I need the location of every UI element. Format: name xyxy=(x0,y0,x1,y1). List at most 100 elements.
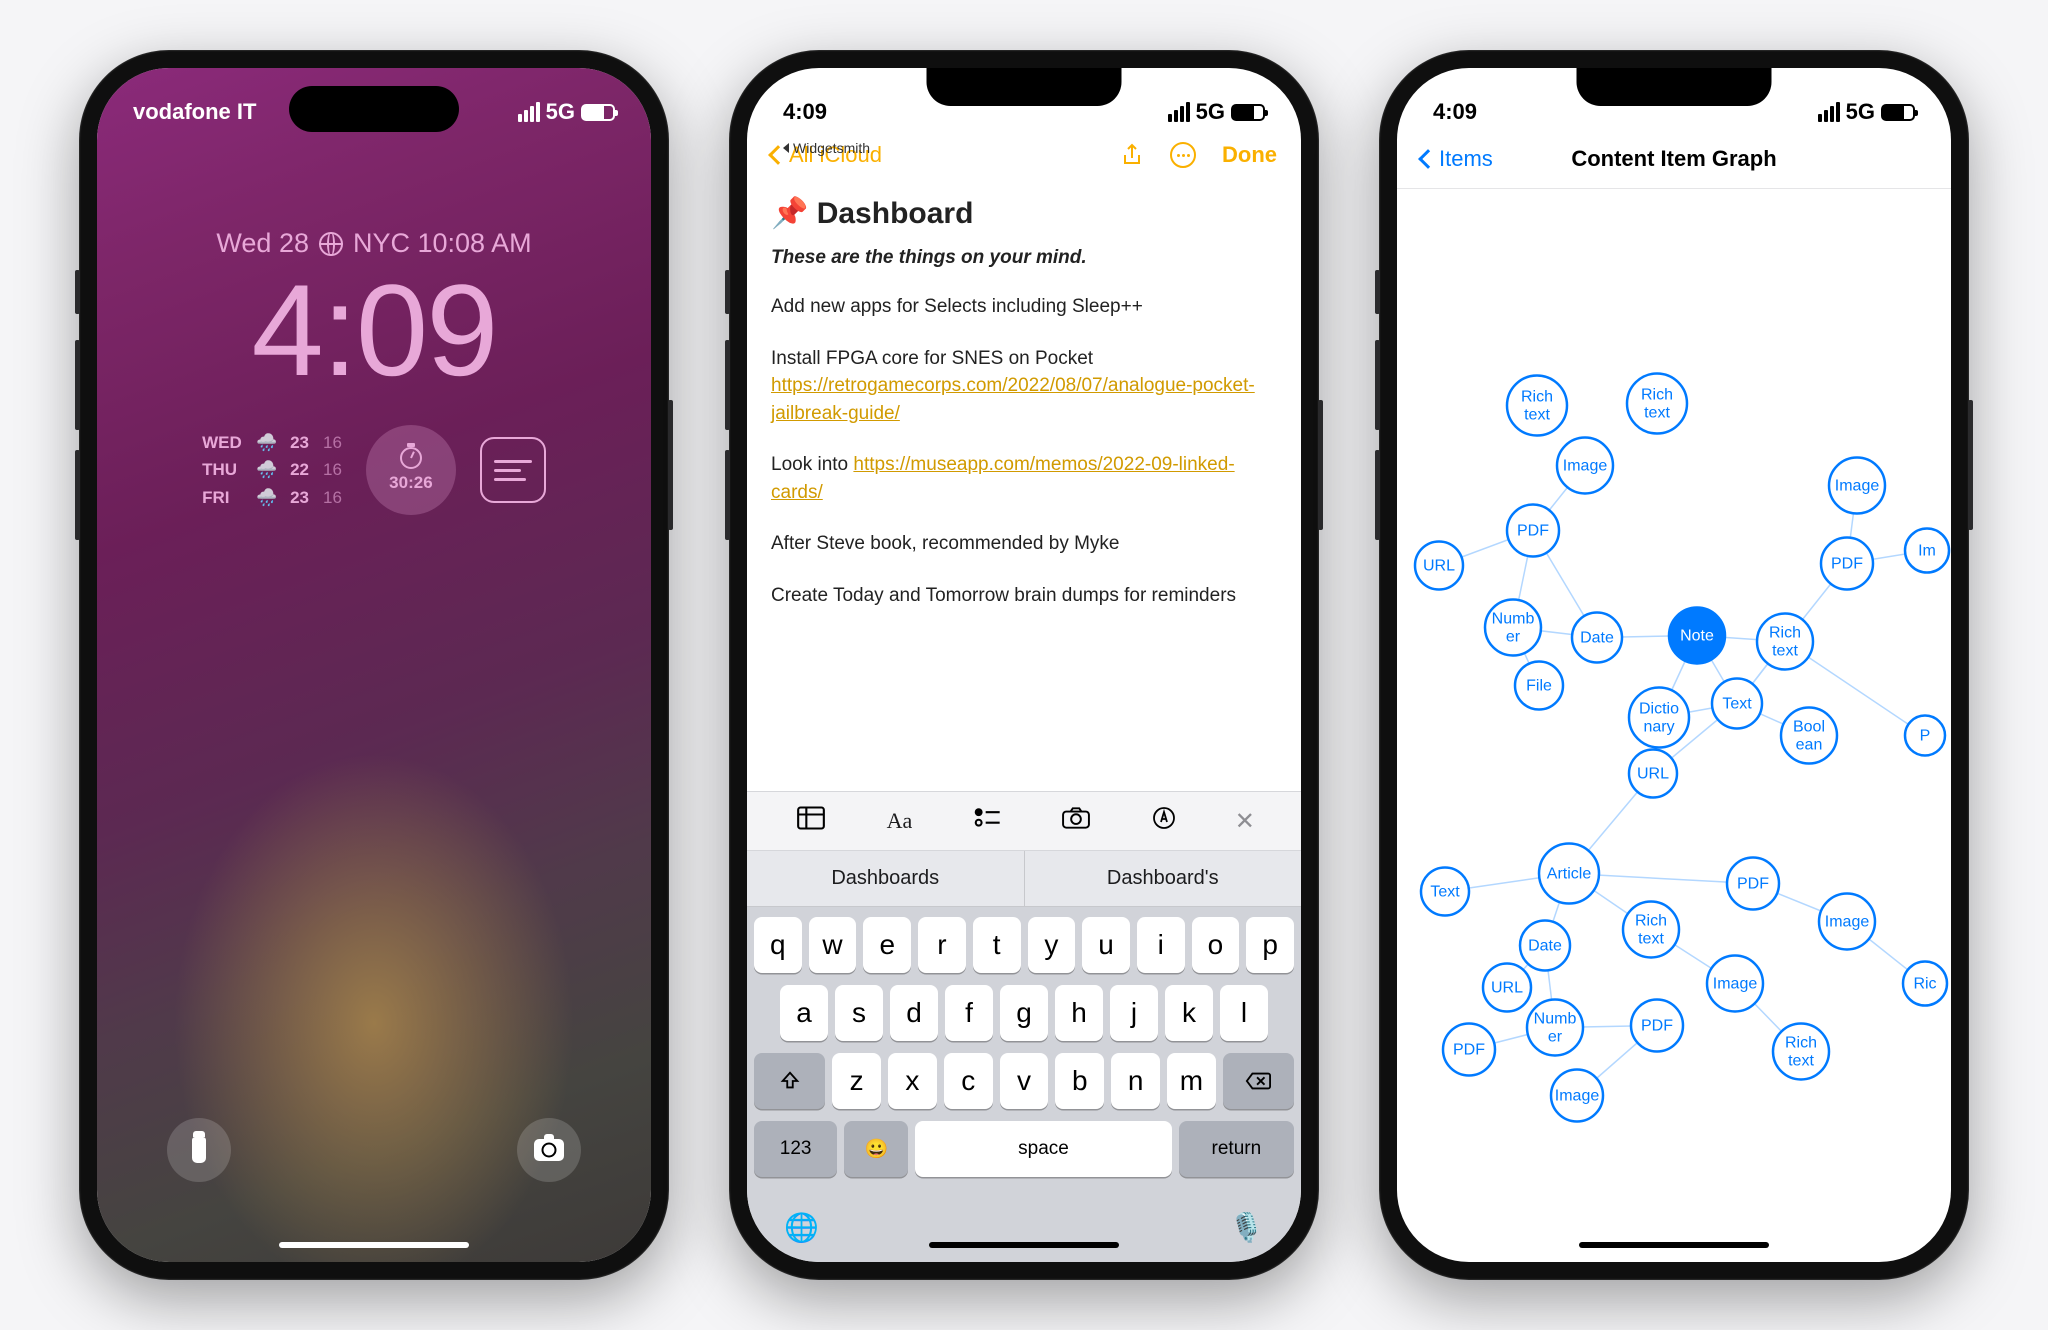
graph-node[interactable]: Image xyxy=(1551,1070,1603,1122)
graph-node[interactable]: Richtext xyxy=(1507,376,1567,436)
graph-node[interactable]: Number xyxy=(1485,600,1541,656)
graph-canvas[interactable]: RichtextRichtextImageImagePDFURLPDFImNum… xyxy=(1397,189,1951,1262)
home-indicator[interactable] xyxy=(1579,1242,1769,1248)
camera-button[interactable] xyxy=(517,1118,581,1182)
key-x[interactable]: x xyxy=(888,1053,937,1109)
graph-node[interactable]: URL xyxy=(1629,750,1677,798)
key-t[interactable]: t xyxy=(973,917,1021,973)
markup-button[interactable] xyxy=(1146,806,1182,836)
graph-node[interactable]: Dictionary xyxy=(1629,688,1689,748)
graph-node[interactable]: URL xyxy=(1483,964,1531,1012)
close-formatting-button[interactable]: ✕ xyxy=(1235,807,1255,836)
lock-time: 4:09 xyxy=(97,265,651,395)
key-n[interactable]: n xyxy=(1111,1053,1160,1109)
key-r[interactable]: r xyxy=(918,917,966,973)
graph-node[interactable]: Article xyxy=(1539,844,1599,904)
graph-node[interactable]: Image xyxy=(1707,956,1763,1012)
key-o[interactable]: o xyxy=(1192,917,1240,973)
graph-node[interactable]: Richtext xyxy=(1773,1024,1829,1080)
graph-node[interactable]: Image xyxy=(1819,894,1875,950)
notes-widget[interactable] xyxy=(480,437,546,503)
note-editor[interactable]: 📌 Dashboard These are the things on your… xyxy=(747,180,1301,791)
key-f[interactable]: f xyxy=(945,985,993,1041)
flashlight-icon xyxy=(192,1137,206,1163)
svg-text:URL: URL xyxy=(1491,980,1523,997)
graph-node[interactable]: Ric xyxy=(1903,962,1947,1006)
share-button[interactable] xyxy=(1120,143,1144,167)
key-c[interactable]: c xyxy=(944,1053,993,1109)
graph-node[interactable]: P xyxy=(1905,716,1945,756)
globe-keyboard-button[interactable]: 🌐 xyxy=(784,1211,819,1244)
key-b[interactable]: b xyxy=(1055,1053,1104,1109)
key-p[interactable]: p xyxy=(1246,917,1294,973)
graph-node[interactable]: Note xyxy=(1669,608,1725,664)
key-v[interactable]: v xyxy=(1000,1053,1049,1109)
key-i[interactable]: i xyxy=(1137,917,1185,973)
dictation-button[interactable]: 🎙️ xyxy=(1229,1211,1264,1244)
svg-text:Text: Text xyxy=(1722,696,1752,713)
key-z[interactable]: z xyxy=(832,1053,881,1109)
home-indicator[interactable] xyxy=(929,1242,1119,1248)
chevron-left-icon xyxy=(1418,149,1438,169)
graph-node[interactable]: Image xyxy=(1557,438,1613,494)
graph-node[interactable]: PDF xyxy=(1443,1024,1495,1076)
key-s[interactable]: s xyxy=(835,985,883,1041)
key-g[interactable]: g xyxy=(1000,985,1048,1041)
more-button[interactable] xyxy=(1170,142,1196,168)
home-indicator[interactable] xyxy=(279,1242,469,1248)
key-u[interactable]: u xyxy=(1082,917,1130,973)
notch xyxy=(927,68,1122,106)
key-a[interactable]: a xyxy=(780,985,828,1041)
key-h[interactable]: h xyxy=(1055,985,1103,1041)
shift-key[interactable] xyxy=(754,1053,825,1109)
graph-node[interactable]: PDF xyxy=(1821,538,1873,590)
graph-node[interactable]: Richtext xyxy=(1623,902,1679,958)
suggestion[interactable]: Dashboard's xyxy=(1025,851,1302,906)
backspace-key[interactable] xyxy=(1223,1053,1294,1109)
back-to-app[interactable]: Widgetsmith xyxy=(783,140,870,156)
back-button[interactable]: Items xyxy=(1421,146,1493,172)
key-e[interactable]: e xyxy=(863,917,911,973)
key-q[interactable]: q xyxy=(754,917,802,973)
suggestion[interactable]: Dashboards xyxy=(747,851,1025,906)
numbers-key[interactable]: 123 xyxy=(754,1121,837,1177)
graph-node[interactable]: Boolean xyxy=(1781,708,1837,764)
key-w[interactable]: w xyxy=(809,917,857,973)
graph-node[interactable]: Richtext xyxy=(1757,614,1813,670)
key-k[interactable]: k xyxy=(1165,985,1213,1041)
key-d[interactable]: d xyxy=(890,985,938,1041)
graph-node[interactable]: Date xyxy=(1520,921,1570,971)
weather-widget[interactable]: WED🌧️2316 THU🌧️2216 FRI🌧️2316 xyxy=(202,429,342,511)
svg-text:er: er xyxy=(1548,1029,1563,1046)
key-j[interactable]: j xyxy=(1110,985,1158,1041)
graph-node[interactable]: Number xyxy=(1527,1000,1583,1056)
graph-node[interactable]: URL xyxy=(1415,542,1463,590)
graph-node[interactable]: Im xyxy=(1905,529,1949,573)
done-button[interactable]: Done xyxy=(1222,142,1277,168)
camera-button[interactable] xyxy=(1058,806,1094,836)
graph-node[interactable]: Image xyxy=(1829,458,1885,514)
space-key[interactable]: space xyxy=(915,1121,1171,1177)
checklist-button[interactable] xyxy=(970,806,1006,836)
key-m[interactable]: m xyxy=(1167,1053,1216,1109)
graph-node[interactable]: PDF xyxy=(1631,1000,1683,1052)
key-l[interactable]: l xyxy=(1220,985,1268,1041)
key-y[interactable]: y xyxy=(1028,917,1076,973)
return-key[interactable]: return xyxy=(1179,1121,1294,1177)
emoji-key[interactable]: 😀 xyxy=(844,1121,908,1177)
graph-node[interactable]: File xyxy=(1515,662,1563,710)
flashlight-button[interactable] xyxy=(167,1118,231,1182)
text-style-button[interactable]: Aa xyxy=(881,808,917,834)
graph-node[interactable]: Richtext xyxy=(1627,374,1687,434)
graph-node[interactable]: PDF xyxy=(1507,505,1559,557)
phone-graph: 4:09 5G Items Content Item Graph Richtex… xyxy=(1379,50,1969,1280)
graph-node[interactable]: Text xyxy=(1421,868,1469,916)
link[interactable]: https://retrogamecorps.com/2022/08/07/an… xyxy=(771,375,1255,424)
svg-text:Date: Date xyxy=(1580,630,1614,647)
graph-node[interactable]: Text xyxy=(1712,679,1762,729)
graph-node[interactable]: Date xyxy=(1572,613,1622,663)
timer-widget[interactable]: 30:26 xyxy=(366,425,456,515)
graph-node[interactable]: PDF xyxy=(1727,858,1779,910)
table-button[interactable] xyxy=(793,806,829,836)
battery-icon xyxy=(1231,104,1265,121)
